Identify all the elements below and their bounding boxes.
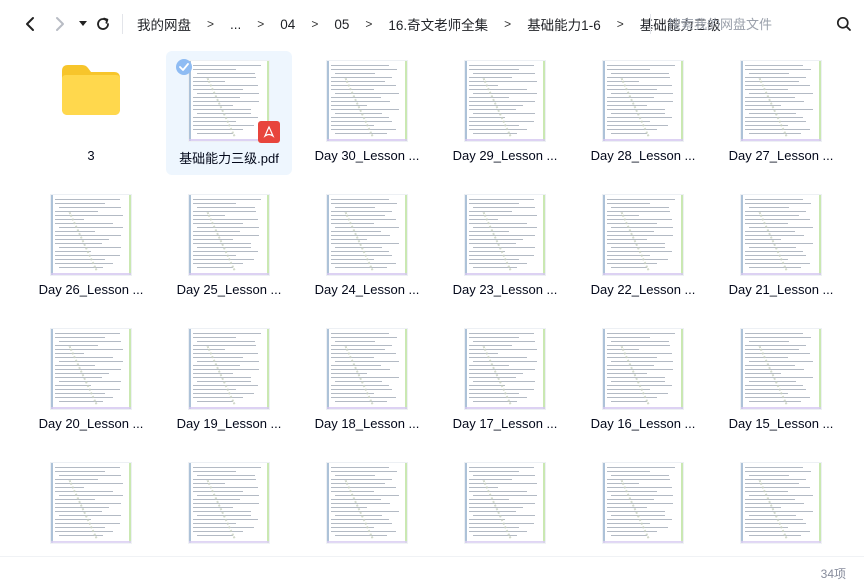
forward-button[interactable] bbox=[50, 14, 70, 34]
file-item[interactable]: Day 12_L bbox=[304, 453, 430, 548]
file-item[interactable]: Day 13_L bbox=[442, 453, 568, 548]
selected-check-icon[interactable] bbox=[176, 59, 192, 75]
status-bar: 34项 bbox=[0, 556, 864, 583]
document-thumbnail bbox=[50, 328, 132, 410]
document-thumbnail bbox=[602, 328, 684, 410]
file-item[interactable]: Day 17_Lesson ... bbox=[442, 319, 568, 443]
file-name: Day 17_Lesson ... bbox=[452, 416, 558, 431]
file-name: Day 26_Lesson ... bbox=[38, 282, 144, 297]
file-name: Day 23_Lesson ... bbox=[452, 282, 558, 297]
folder-item[interactable]: 3 bbox=[28, 51, 154, 175]
breadcrumb-item-collection[interactable]: 16.奇文老师全集 bbox=[386, 14, 490, 34]
chevron-left-icon bbox=[26, 17, 34, 31]
search-box bbox=[658, 10, 858, 38]
file-name: Day 28_Lesson ... bbox=[590, 148, 696, 163]
file-item[interactable]: Day 11_L bbox=[580, 453, 706, 548]
file-item[interactable]: Day 23_Lesson ... bbox=[442, 185, 568, 309]
document-thumbnail bbox=[740, 328, 822, 410]
breadcrumb-separator: > bbox=[616, 17, 624, 31]
grid-fade bbox=[0, 540, 864, 556]
document-thumbnail bbox=[464, 60, 546, 142]
document-thumbnail bbox=[326, 462, 408, 544]
refresh-button[interactable] bbox=[93, 14, 113, 34]
file-item[interactable]: Day 28_Lesson ... bbox=[580, 51, 706, 175]
file-item[interactable]: Day 25_Lesson ... bbox=[166, 185, 292, 309]
caret-down-icon bbox=[79, 21, 87, 26]
toolbar-divider bbox=[122, 14, 123, 34]
file-item[interactable]: Day 18_Lesson ... bbox=[304, 319, 430, 443]
file-item[interactable]: Day 10_L bbox=[718, 453, 844, 548]
document-thumbnail bbox=[326, 194, 408, 276]
file-name: Day 18_Lesson ... bbox=[314, 416, 420, 431]
file-name: Day 22_Lesson ... bbox=[590, 282, 696, 297]
breadcrumb-item-root[interactable]: 我的网盘 bbox=[135, 14, 193, 34]
file-name: Day 19_Lesson ... bbox=[176, 416, 282, 431]
file-item[interactable]: Day 13_L bbox=[166, 453, 292, 548]
document-thumbnail bbox=[464, 194, 546, 276]
file-name: Day 30_Lesson ... bbox=[314, 148, 420, 163]
file-name: Day 29_Lesson ... bbox=[452, 148, 558, 163]
file-name: Day 21_Lesson ... bbox=[728, 282, 834, 297]
history-dropdown-button[interactable] bbox=[73, 14, 93, 34]
document-thumbnail bbox=[602, 60, 684, 142]
document-thumbnail bbox=[464, 462, 546, 544]
file-item[interactable]: Day 26_Lesson ... bbox=[28, 185, 154, 309]
document-thumbnail bbox=[50, 194, 132, 276]
file-item[interactable]: Day 30_Lesson ... bbox=[304, 51, 430, 175]
file-name: Day 27_Lesson ... bbox=[728, 148, 834, 163]
breadcrumb-item-05[interactable]: 05 bbox=[332, 17, 351, 32]
file-item[interactable]: Day 20_Lesson ... bbox=[28, 319, 154, 443]
document-thumbnail bbox=[740, 462, 822, 544]
document-thumbnail bbox=[188, 328, 270, 410]
file-name: 基础能力三级.pdf bbox=[179, 151, 279, 166]
breadcrumb-item-level-range[interactable]: 基础能力1-6 bbox=[525, 14, 603, 34]
folder-icon bbox=[62, 65, 120, 115]
file-name: Day 24_Lesson ... bbox=[314, 282, 420, 297]
file-name: Day 25_Lesson ... bbox=[176, 282, 282, 297]
document-thumbnail bbox=[740, 194, 822, 276]
document-thumbnail bbox=[188, 194, 270, 276]
breadcrumb-separator: > bbox=[365, 17, 373, 31]
chevron-right-icon bbox=[56, 17, 64, 31]
back-button[interactable] bbox=[20, 14, 40, 34]
file-grid: 3 基础能力三级.pdf Day 30_Lesson ... Day 29_Lesso… bbox=[0, 48, 864, 548]
file-name: Day 16_Lesson ... bbox=[590, 416, 696, 431]
file-item[interactable]: Day 14_L bbox=[28, 453, 154, 548]
document-thumbnail bbox=[188, 462, 270, 544]
file-item[interactable]: Day 24_Lesson ... bbox=[304, 185, 430, 309]
breadcrumb-separator: > bbox=[311, 17, 319, 31]
file-item[interactable]: Day 19_Lesson ... bbox=[166, 319, 292, 443]
file-name: Day 15_Lesson ... bbox=[728, 416, 834, 431]
toolbar: 我的网盘 > ... > 04 > 05 > 16.奇文老师全集 > 基础能力1… bbox=[0, 0, 864, 48]
document-thumbnail bbox=[50, 462, 132, 544]
file-name: Day 20_Lesson ... bbox=[38, 416, 144, 431]
document-thumbnail bbox=[464, 328, 546, 410]
file-item[interactable]: Day 29_Lesson ... bbox=[442, 51, 568, 175]
breadcrumb-item-ellipsis[interactable]: ... bbox=[228, 17, 243, 32]
file-item[interactable]: Day 27_Lesson ... bbox=[718, 51, 844, 175]
document-thumbnail bbox=[602, 462, 684, 544]
file-item[interactable]: Day 22_Lesson ... bbox=[580, 185, 706, 309]
search-divider bbox=[650, 14, 651, 34]
search-input[interactable] bbox=[658, 12, 818, 36]
document-thumbnail bbox=[602, 194, 684, 276]
breadcrumb-separator: > bbox=[207, 17, 215, 31]
breadcrumb-separator: > bbox=[257, 17, 265, 31]
pdf-icon bbox=[258, 121, 280, 143]
refresh-icon bbox=[97, 17, 109, 30]
document-thumbnail bbox=[326, 328, 408, 410]
breadcrumb-separator: > bbox=[504, 17, 512, 31]
file-item[interactable]: Day 21_Lesson ... bbox=[718, 185, 844, 309]
document-thumbnail bbox=[326, 60, 408, 142]
file-item[interactable]: Day 16_Lesson ... bbox=[580, 319, 706, 443]
document-thumbnail bbox=[740, 60, 822, 142]
breadcrumb-item-04[interactable]: 04 bbox=[278, 17, 297, 32]
file-item[interactable]: 基础能力三级.pdf bbox=[166, 51, 292, 175]
breadcrumb: 我的网盘 > ... > 04 > 05 > 16.奇文老师全集 > 基础能力1… bbox=[135, 0, 723, 48]
search-icon[interactable] bbox=[836, 16, 852, 32]
file-name: 3 bbox=[87, 148, 95, 163]
item-count: 34项 bbox=[820, 567, 846, 581]
file-item[interactable]: Day 15_Lesson ... bbox=[718, 319, 844, 443]
